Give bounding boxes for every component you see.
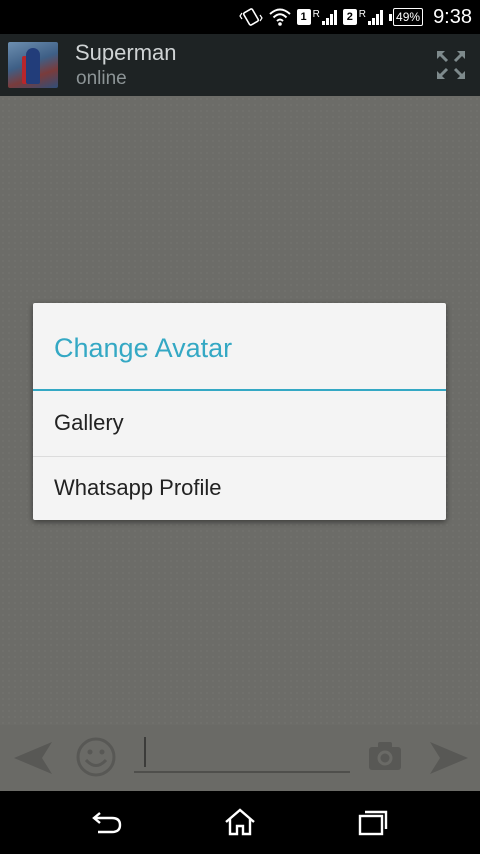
back-arrow-icon[interactable] [12, 740, 54, 776]
change-avatar-dialog: Change Avatar Gallery Whatsapp Profile [33, 303, 446, 520]
signal-icon [368, 9, 384, 25]
wifi-icon [268, 8, 291, 26]
sim2-signal: 2 R [342, 9, 384, 25]
dialog-item-whatsapp-profile[interactable]: Whatsapp Profile [33, 457, 446, 521]
vibrate-icon [238, 8, 263, 26]
sim2-badge: 2 [342, 9, 357, 25]
contact-status: online [76, 68, 127, 89]
emoji-icon[interactable] [76, 737, 116, 777]
dialog-item-label: Gallery [54, 410, 124, 435]
clock: 9:38 [433, 5, 472, 28]
sim1-signal: 1 R [296, 9, 337, 25]
dialog-title: Change Avatar [54, 333, 233, 363]
navigation-bar [0, 791, 480, 854]
status-bar: 1 R 2 R 49% 9:38 [0, 0, 480, 34]
battery-level: 49% [393, 8, 424, 26]
message-input[interactable] [134, 733, 350, 773]
roaming-indicator: R [358, 9, 367, 20]
battery-icon: 49% [389, 8, 424, 26]
recent-apps-icon[interactable] [356, 807, 390, 837]
camera-icon[interactable] [368, 741, 402, 771]
dialog-divider [33, 389, 446, 391]
home-icon[interactable] [223, 807, 257, 837]
expand-icon[interactable] [436, 50, 466, 80]
text-cursor [144, 737, 146, 767]
action-bar: Superman online [0, 34, 480, 98]
sim1-badge: 1 [296, 9, 311, 25]
dialog-item-gallery[interactable]: Gallery [33, 392, 446, 456]
screen: 1 R 2 R 49% 9:38 Superman online Change … [0, 0, 480, 854]
roaming-indicator: R [312, 9, 320, 20]
contact-name[interactable]: Superman [75, 40, 177, 66]
input-bar [0, 725, 480, 791]
signal-icon [321, 9, 337, 25]
avatar[interactable] [8, 42, 58, 88]
send-icon[interactable] [428, 740, 470, 776]
dialog-item-label: Whatsapp Profile [54, 475, 222, 500]
back-icon[interactable] [90, 807, 124, 837]
